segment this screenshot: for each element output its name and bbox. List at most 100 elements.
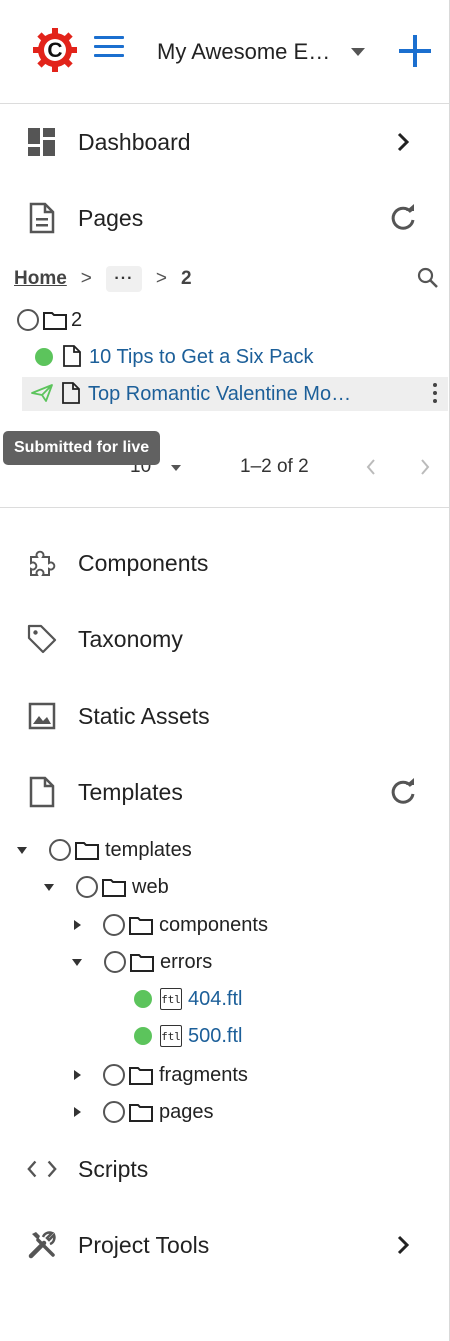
nav-taxonomy[interactable]: Taxonomy <box>0 612 449 666</box>
tree-folder-components[interactable]: components <box>74 908 268 942</box>
logo-letter: C <box>47 39 62 62</box>
image-icon <box>26 700 58 732</box>
tree-item-link[interactable]: 500.ftl <box>188 1025 242 1048</box>
site-selector[interactable]: My Awesome E… <box>157 36 369 68</box>
select-radio[interactable] <box>104 951 126 973</box>
folder-icon <box>129 915 153 935</box>
live-status-icon <box>35 348 53 366</box>
tree-item-link[interactable]: Top Romantic Valentine Mo… <box>88 383 351 406</box>
tree-folder-web[interactable]: web <box>44 870 169 904</box>
crafter-logo[interactable]: C <box>32 27 78 73</box>
app-header: C My Awesome E… <box>0 0 449 104</box>
nav-static-assets[interactable]: Static Assets <box>0 689 449 743</box>
page-file-icon <box>63 345 83 369</box>
tree-folder-errors[interactable]: errors <box>72 945 212 979</box>
tree-item-link[interactable]: 10 Tips to Get a Six Pack <box>89 346 314 369</box>
breadcrumb-separator: > <box>155 268 168 289</box>
site-name: My Awesome E… <box>157 39 331 64</box>
tree-file-404[interactable]: ftl 404.ftl <box>134 982 242 1016</box>
nav-components[interactable]: Components <box>0 536 449 590</box>
refresh-icon[interactable] <box>389 778 417 806</box>
expand-toggle-icon[interactable] <box>17 846 27 854</box>
tooltip: Submitted for live <box>3 431 161 465</box>
chevron-left-icon[interactable] <box>364 458 378 476</box>
nav-pages-label: Pages <box>78 204 144 231</box>
folder-icon <box>102 877 126 897</box>
breadcrumb-separator: > <box>80 268 92 289</box>
nav-pages[interactable]: Pages <box>0 191 449 245</box>
tree-file-500[interactable]: ftl 500.ftl <box>134 1019 242 1053</box>
menu-icon[interactable] <box>94 36 124 62</box>
select-radio[interactable] <box>103 1101 125 1123</box>
divider <box>0 507 449 508</box>
folder-icon <box>75 840 99 860</box>
nav-static-assets-label: Static Assets <box>78 702 210 729</box>
tree-item-page-selected[interactable]: Top Romantic Valentine Mo… <box>22 377 448 411</box>
dashboard-icon <box>26 126 58 158</box>
add-button[interactable] <box>397 33 433 69</box>
more-options-icon[interactable] <box>432 383 438 405</box>
tree-item-label: web <box>132 875 169 898</box>
select-radio[interactable] <box>17 309 39 331</box>
tree-item-label: fragments <box>159 1063 248 1086</box>
nav-project-tools-label: Project Tools <box>78 1231 210 1258</box>
submitted-paper-plane-icon <box>30 383 56 405</box>
nav-dashboard-label: Dashboard <box>78 128 191 155</box>
select-radio[interactable] <box>49 839 71 861</box>
live-status-icon <box>134 1027 152 1045</box>
nav-scripts-label: Scripts <box>78 1155 149 1182</box>
nav-templates[interactable]: Templates <box>0 765 449 819</box>
puzzle-icon <box>26 547 58 579</box>
breadcrumb-more-button[interactable]: ··· <box>105 266 142 292</box>
folder-icon <box>129 1065 153 1085</box>
expand-toggle-icon[interactable] <box>74 1070 81 1080</box>
tree-item-folder[interactable]: 2 <box>17 303 437 337</box>
tree-folder-templates[interactable]: templates <box>17 833 192 867</box>
chevron-right-icon[interactable] <box>389 1231 417 1259</box>
folder-icon <box>43 310 67 330</box>
tree-item-page[interactable]: 10 Tips to Get a Six Pack <box>35 340 435 374</box>
plus-icon <box>399 35 431 67</box>
folder-icon <box>129 1102 153 1122</box>
live-status-icon <box>134 990 152 1008</box>
tools-icon <box>26 1229 58 1261</box>
code-icon <box>26 1153 58 1185</box>
tree-item-label: 2 <box>71 308 83 331</box>
tree-item-label: errors <box>160 950 213 973</box>
breadcrumb-home[interactable]: Home <box>14 268 67 290</box>
folder-icon <box>130 952 154 972</box>
nav-dashboard[interactable]: Dashboard <box>0 115 449 169</box>
nav-components-label: Components <box>78 549 209 576</box>
breadcrumb-current: 2 <box>181 268 192 289</box>
chevron-right-icon[interactable] <box>418 458 432 476</box>
select-radio[interactable] <box>76 876 98 898</box>
tree-item-label: components <box>159 913 268 936</box>
tree-folder-fragments[interactable]: fragments <box>74 1058 248 1092</box>
page-icon <box>26 202 58 234</box>
expand-toggle-icon[interactable] <box>74 920 81 930</box>
select-radio[interactable] <box>103 914 125 936</box>
breadcrumb: Home > ··· > 2 <box>14 264 444 294</box>
tree-folder-pages[interactable]: pages <box>74 1095 214 1129</box>
nav-taxonomy-label: Taxonomy <box>78 625 183 652</box>
search-icon[interactable] <box>416 266 440 290</box>
tag-icon <box>26 623 58 655</box>
tree-item-label: pages <box>159 1100 214 1123</box>
tree-item-label: templates <box>105 838 192 861</box>
page-file-icon <box>62 382 82 406</box>
caret-down-icon <box>351 48 365 56</box>
nav-project-tools[interactable]: Project Tools <box>0 1218 449 1272</box>
refresh-icon[interactable] <box>389 204 417 232</box>
chevron-right-icon[interactable] <box>389 128 417 156</box>
ftl-file-icon: ftl <box>160 988 182 1010</box>
tree-item-link[interactable]: 404.ftl <box>188 988 242 1011</box>
expand-toggle-icon[interactable] <box>44 883 54 891</box>
expand-toggle-icon[interactable] <box>72 958 82 966</box>
select-radio[interactable] <box>103 1064 125 1086</box>
pagination-range: 1–2 of 2 <box>240 456 309 477</box>
nav-templates-label: Templates <box>78 778 183 805</box>
nav-scripts[interactable]: Scripts <box>0 1142 449 1196</box>
caret-down-icon[interactable] <box>171 465 181 471</box>
expand-toggle-icon[interactable] <box>74 1107 81 1117</box>
ftl-file-icon: ftl <box>160 1025 182 1047</box>
